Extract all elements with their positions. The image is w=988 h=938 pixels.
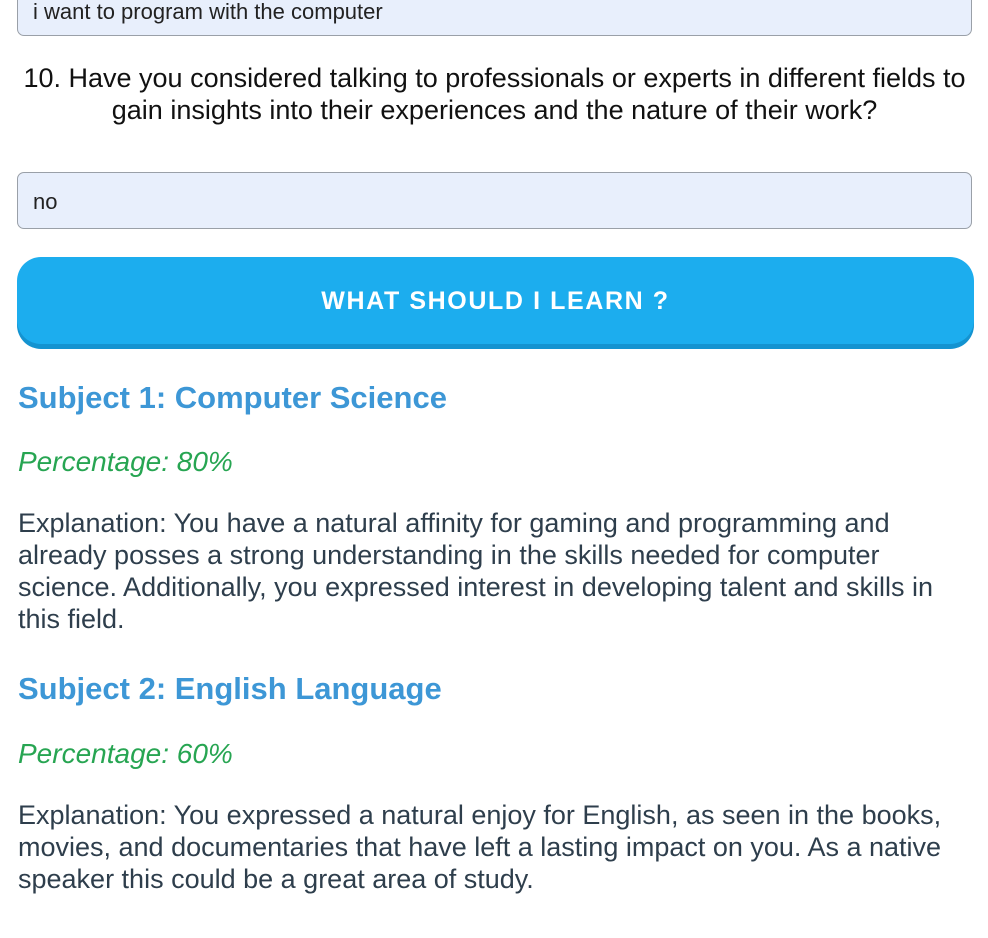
subject-1-explanation: Explanation: You have a natural affinity… [18,508,934,634]
subject-2-title: Subject 2: English Language [18,671,442,706]
what-should-i-learn-button[interactable]: WHAT SHOULD I LEARN ? [17,257,974,344]
subject-2-percentage: Percentage: 60% [18,738,233,769]
answer-text: i want to program with the computer [33,0,383,24]
answer-text: no [33,189,58,214]
survey-page: i want to program with the computer 10. … [0,0,988,938]
answer-field-question-9[interactable]: i want to program with the computer [17,0,972,36]
subject-1-percentage: Percentage: 80% [18,446,233,477]
question-10-text: 10. Have you considered talking to profe… [23,63,966,125]
answer-field-question-10[interactable]: no [17,172,972,229]
subject-1-title: Subject 1: Computer Science [18,380,447,415]
subject-2-explanation: Explanation: You expressed a natural enj… [18,800,942,894]
